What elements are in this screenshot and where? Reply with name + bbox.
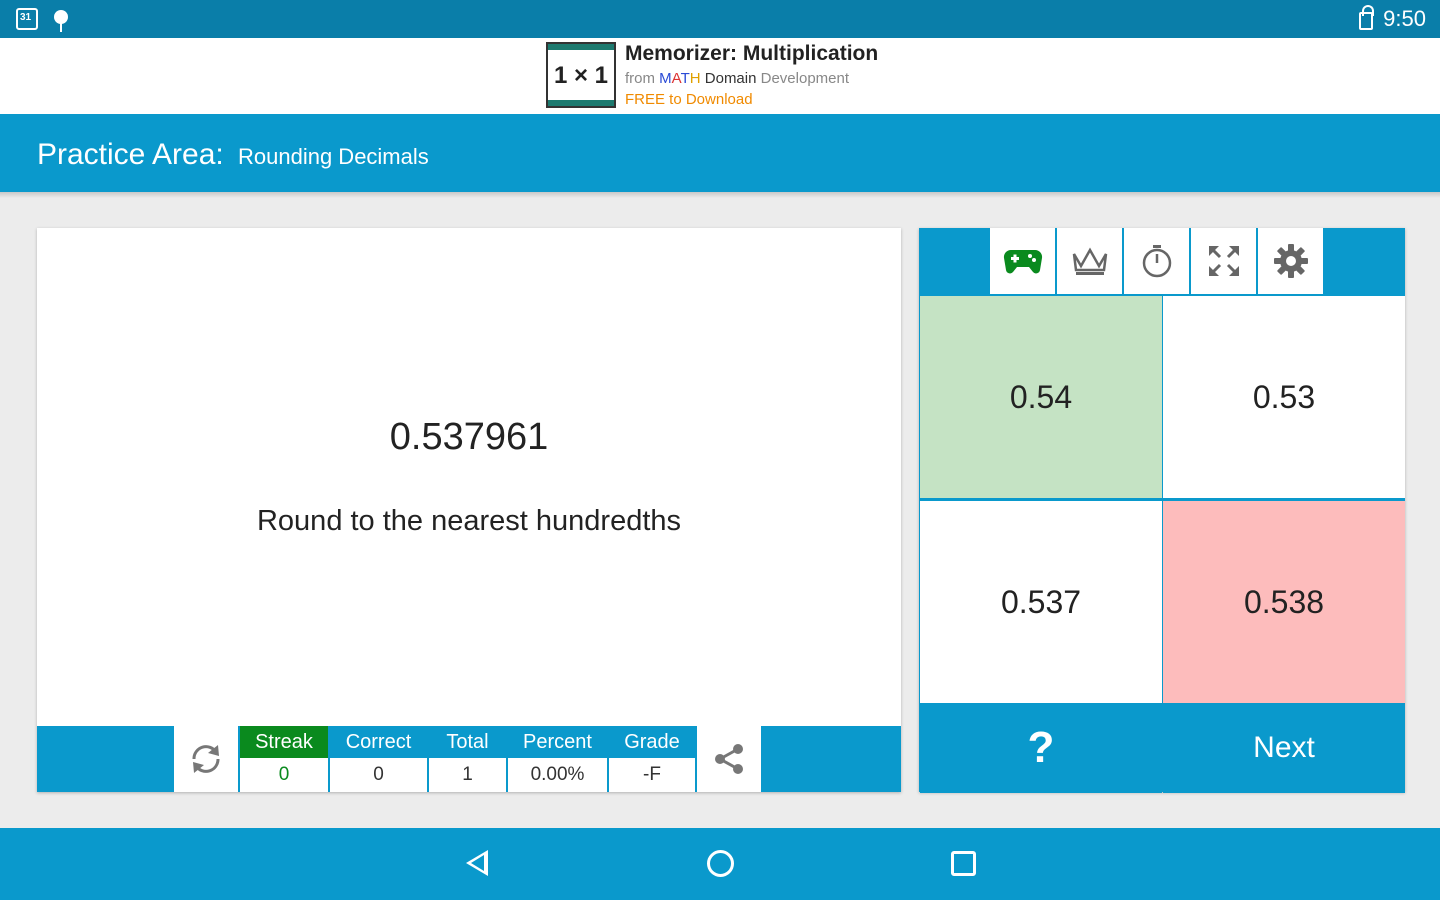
lock-icon — [1359, 5, 1375, 30]
answer-option-4[interactable]: 0.538 — [1163, 501, 1405, 703]
refresh-icon — [192, 745, 220, 773]
next-button[interactable]: Next — [1163, 703, 1405, 793]
question-instruction: Round to the nearest hundredths — [256, 505, 682, 537]
gamepad-icon — [1003, 249, 1042, 274]
stats-group: Streak 0 Correct 0 Total 1 Percent 0.00%… — [174, 726, 763, 792]
gear-icon — [1273, 244, 1308, 278]
status-bar: 9:50 — [0, 0, 1440, 38]
fullscreen-icon — [1208, 246, 1239, 276]
page-header: Practice Area: Rounding Decimals — [0, 114, 1440, 192]
stat-streak: Streak 0 — [240, 726, 330, 792]
ad-logo[interactable]: 1 × 1 — [546, 42, 616, 108]
ad-free-text: FREE to Download — [625, 91, 753, 108]
ad-subtitle: from MATH Domain Development — [625, 70, 850, 87]
page-subtitle: Rounding Decimals — [238, 144, 429, 169]
refresh-button[interactable] — [174, 726, 240, 792]
answer-option-2[interactable]: 0.53 — [1163, 296, 1405, 498]
ad-logo-text: 1 × 1 — [553, 62, 609, 89]
stat-grade: Grade -F — [609, 726, 697, 792]
ad-banner[interactable]: 1 × 1 Memorizer: Multiplication from MAT… — [0, 38, 1440, 114]
help-button[interactable]: ? — [920, 703, 1162, 793]
timer-button[interactable] — [1124, 228, 1191, 294]
location-pin-icon — [54, 10, 68, 32]
share-button[interactable] — [697, 726, 763, 792]
stat-total: Total 1 — [429, 726, 508, 792]
settings-button[interactable] — [1258, 228, 1325, 294]
answer-option-3[interactable]: 0.537 — [920, 501, 1162, 703]
stat-percent: Percent 0.00% — [508, 726, 609, 792]
mode-toolbar — [990, 228, 1325, 294]
navigation-bar — [0, 828, 1440, 900]
ad-title: Memorizer: Multiplication — [625, 42, 879, 65]
home-icon[interactable] — [707, 850, 734, 877]
calendar-icon — [16, 8, 38, 30]
game-mode-button[interactable] — [990, 228, 1057, 294]
back-icon[interactable] — [466, 850, 488, 876]
header-shadow — [0, 192, 1440, 198]
status-time: 9:50 — [1383, 6, 1426, 31]
stat-correct: Correct 0 — [330, 726, 429, 792]
stopwatch-icon — [1142, 245, 1171, 278]
page-title: Practice Area: — [37, 138, 224, 171]
fullscreen-button[interactable] — [1191, 228, 1258, 294]
share-icon — [715, 744, 743, 774]
leaderboard-button[interactable] — [1057, 228, 1124, 294]
recent-apps-icon[interactable] — [951, 851, 976, 876]
crown-icon — [1072, 247, 1107, 275]
answer-option-1[interactable]: 0.54 — [920, 296, 1162, 498]
question-number: 0.537961 — [389, 416, 549, 458]
